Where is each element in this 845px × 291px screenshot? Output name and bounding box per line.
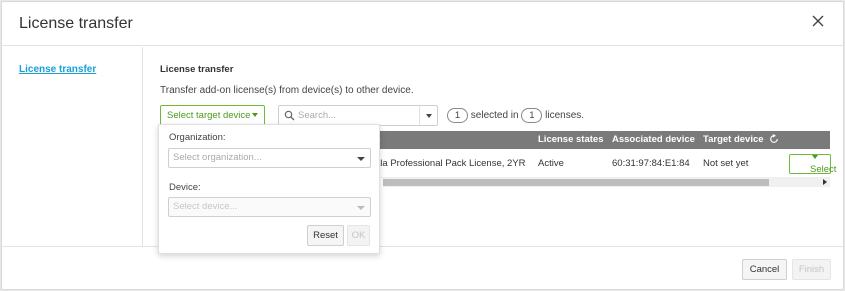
search-input[interactable] xyxy=(298,107,416,124)
section-title: License transfer xyxy=(160,64,234,75)
license-transfer-modal: License transfer License transfer Licens… xyxy=(1,1,844,290)
row-select-button[interactable]: Select xyxy=(789,154,836,175)
search-filter-dropdown[interactable] xyxy=(419,106,437,125)
caret-down-icon xyxy=(426,114,432,118)
scrollbar-thumb[interactable] xyxy=(383,179,769,186)
select-target-device-label: Select target device xyxy=(167,110,251,121)
device-label: Device: xyxy=(169,182,201,193)
organization-select[interactable]: Select organization... xyxy=(168,148,371,168)
caret-down-icon xyxy=(357,206,365,210)
close-icon[interactable] xyxy=(810,13,826,29)
refresh-icon[interactable] xyxy=(769,134,779,144)
select-target-device-button[interactable]: Select target device xyxy=(160,105,266,126)
device-placeholder: Select device... xyxy=(173,201,238,212)
search-box xyxy=(278,105,438,126)
sidebar-item-license-transfer[interactable]: License transfer xyxy=(19,64,96,75)
total-count-badge: 1 xyxy=(521,108,543,123)
caret-down-icon xyxy=(812,155,818,159)
modal-footer: Cancel Finish xyxy=(2,246,843,291)
sidebar: License transfer xyxy=(2,47,143,246)
column-header-license-states: License states xyxy=(538,134,604,145)
search-icon xyxy=(284,110,295,121)
selection-middle-text: selected in xyxy=(470,110,519,122)
selection-count: 1 selected in 1 licenses. xyxy=(447,108,584,123)
column-header-associated-device: Associated device xyxy=(612,134,695,145)
caret-down-icon xyxy=(357,157,365,161)
selection-suffix-text: licenses. xyxy=(545,110,585,122)
modal-header: License transfer xyxy=(2,2,843,46)
cell-target-device: Not set yet xyxy=(703,158,749,169)
modal-title: License transfer xyxy=(19,15,133,32)
selected-count-badge: 1 xyxy=(447,108,468,123)
ok-button[interactable]: OK xyxy=(347,225,370,246)
cancel-button[interactable]: Cancel xyxy=(742,259,787,280)
reset-button[interactable]: Reset xyxy=(307,225,344,246)
section-description: Transfer add-on license(s) from device(s… xyxy=(160,85,414,96)
finish-button[interactable]: Finish xyxy=(792,259,831,280)
caret-down-icon xyxy=(252,113,259,118)
cell-license-name: ala Professional Pack License, 2YR xyxy=(375,158,526,169)
target-device-dropdown: Organization: Select organization... Dev… xyxy=(158,124,380,254)
scroll-right-arrow-icon[interactable] xyxy=(823,179,827,185)
organization-placeholder: Select organization... xyxy=(173,152,262,163)
cell-associated-device: 60:31:97:84:E1:84 xyxy=(612,158,690,169)
column-header-target-device-label: Target device xyxy=(703,134,764,145)
horizontal-scrollbar[interactable] xyxy=(383,178,830,187)
device-select[interactable]: Select device... xyxy=(168,197,371,217)
organization-label: Organization: xyxy=(169,132,226,143)
cell-license-state: Active xyxy=(538,158,564,169)
column-header-target-device: Target device xyxy=(703,131,779,149)
